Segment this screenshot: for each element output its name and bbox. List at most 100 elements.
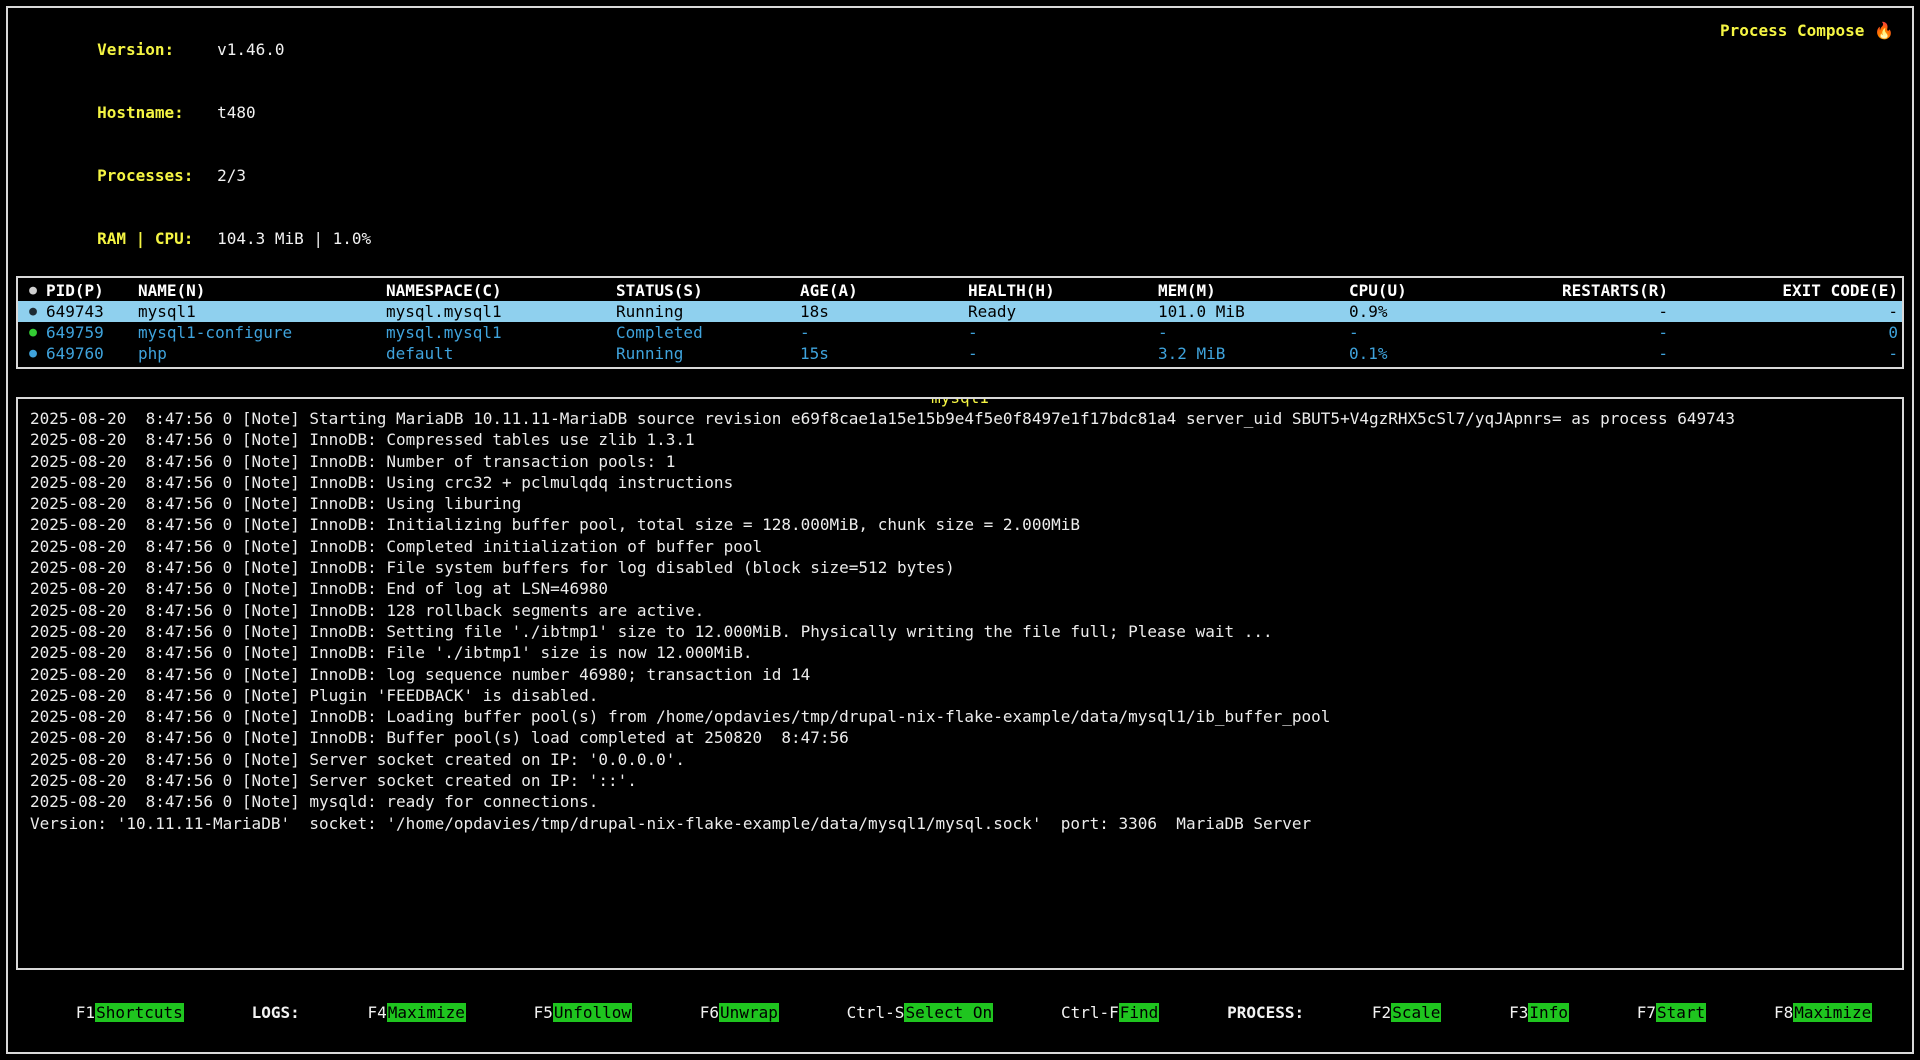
shortcut-action-button[interactable]: Start: [1656, 1003, 1706, 1022]
shortcut-action-button[interactable]: Unwrap: [719, 1003, 779, 1022]
log-line: 2025-08-20 8:47:56 0 [Note] Server socke…: [30, 770, 1890, 791]
log-line: 2025-08-20 8:47:56 0 [Note] mysqld: read…: [30, 791, 1890, 812]
process-name: php: [138, 343, 386, 364]
process-pid: 649760: [46, 343, 138, 364]
process-exit-code: -: [1668, 343, 1898, 364]
ram-cpu-row: RAM | CPU:104.3 MiB | 1.0%: [20, 207, 371, 270]
log-line: 2025-08-20 8:47:56 0 [Note] InnoDB: Usin…: [30, 472, 1890, 493]
col-cpu[interactable]: CPU(U): [1349, 280, 1509, 301]
shortcut-action-button[interactable]: Maximize: [387, 1003, 466, 1022]
header-bullet-icon: ●: [20, 280, 46, 301]
shortcut-segment: F2Scale: [1314, 980, 1441, 1046]
hostname-row: Hostname:t480: [20, 81, 371, 144]
log-panel: mysql1 2025-08-20 8:47:56 0 [Note] Start…: [16, 397, 1904, 970]
process-namespace: mysql.mysql1: [386, 322, 616, 343]
process-rows: ● 649743 mysql1 mysql.mysql1 Running 18s…: [18, 301, 1902, 364]
shortcut-segment: F9Stop: [1882, 980, 1920, 1046]
process-name: mysql1: [138, 301, 386, 322]
process-mem: -: [1158, 322, 1349, 343]
processes-row: Processes:2/3: [20, 144, 371, 207]
log-line: 2025-08-20 8:47:56 0 [Note] InnoDB: Sett…: [30, 621, 1890, 642]
shortcut-action-button[interactable]: Shortcuts: [95, 1003, 184, 1022]
shortcut-segment: LOGS:: [194, 980, 300, 1046]
shortcut-section-label: LOGS:: [252, 1003, 300, 1022]
system-info: Version:v1.46.0 Hostname:t480 Processes:…: [20, 18, 371, 270]
col-status[interactable]: STATUS(S): [616, 280, 800, 301]
shortcut-segment: F4Maximize: [310, 980, 466, 1046]
col-age[interactable]: AGE(A): [800, 280, 968, 301]
shortcut-action-button[interactable]: Scale: [1391, 1003, 1441, 1022]
shortcut-action-button[interactable]: Unfollow: [553, 1003, 632, 1022]
processes-value: 2/3: [217, 166, 246, 185]
shortcut-segment: F1Shortcuts: [18, 980, 184, 1046]
log-line: 2025-08-20 8:47:56 0 [Note] InnoDB: Usin…: [30, 493, 1890, 514]
shortcut-key: F8: [1774, 1003, 1793, 1022]
shortcut-action-button[interactable]: Select On: [904, 1003, 993, 1022]
shortcut-key: F4: [368, 1003, 387, 1022]
log-line: 2025-08-20 8:47:56 0 [Note] InnoDB: Load…: [30, 706, 1890, 727]
process-table: ● PID(P) NAME(N) NAMESPACE(C) STATUS(S) …: [16, 276, 1904, 369]
process-status: Running: [616, 343, 800, 364]
shortcut-key: Ctrl-S: [847, 1003, 905, 1022]
hostname-label: Hostname:: [97, 102, 217, 123]
col-namespace[interactable]: NAMESPACE(C): [386, 280, 616, 301]
shortcut-segment: F7Start: [1579, 980, 1706, 1046]
process-age: 18s: [800, 301, 968, 322]
process-namespace: default: [386, 343, 616, 364]
shortcut-action-button[interactable]: Maximize: [1793, 1003, 1872, 1022]
col-restarts[interactable]: RESTARTS(R): [1509, 280, 1668, 301]
process-age: -: [800, 322, 968, 343]
process-mem: 3.2 MiB: [1158, 343, 1349, 364]
log-line: 2025-08-20 8:47:56 0 [Note] Server socke…: [30, 749, 1890, 770]
col-name[interactable]: NAME(N): [138, 280, 386, 301]
col-exit-code[interactable]: EXIT CODE(E): [1668, 280, 1898, 301]
log-line: 2025-08-20 8:47:56 0 [Note] InnoDB: Comp…: [30, 536, 1890, 557]
version-row: Version:v1.46.0: [20, 18, 371, 81]
shortcut-key: F1: [76, 1003, 95, 1022]
process-exit-code: -: [1668, 301, 1898, 322]
processes-label: Processes:: [97, 165, 217, 186]
process-health: -: [968, 322, 1158, 343]
col-health[interactable]: HEALTH(H): [968, 280, 1158, 301]
log-output[interactable]: 2025-08-20 8:47:56 0 [Note] Starting Mar…: [30, 408, 1890, 834]
shortcut-key: Ctrl-F: [1061, 1003, 1119, 1022]
shortcut-key: F6: [700, 1003, 719, 1022]
process-status: Running: [616, 301, 800, 322]
shortcut-key: F5: [534, 1003, 553, 1022]
log-line: Version: '10.11.11-MariaDB' socket: '/ho…: [30, 813, 1890, 834]
log-line: 2025-08-20 8:47:56 0 [Note] InnoDB: File…: [30, 642, 1890, 663]
shortcut-segment: F5Unfollow: [476, 980, 632, 1046]
flame-icon: 🔥: [1874, 21, 1894, 40]
version-value: v1.46.0: [217, 40, 284, 59]
col-pid[interactable]: PID(P): [46, 280, 138, 301]
process-row[interactable]: ● 649760 php default Running 15s - 3.2 M…: [18, 343, 1902, 364]
process-row[interactable]: ● 649743 mysql1 mysql.mysql1 Running 18s…: [18, 301, 1902, 322]
log-line: 2025-08-20 8:47:56 0 [Note] InnoDB: File…: [30, 557, 1890, 578]
process-exit-code: 0: [1668, 322, 1898, 343]
process-health: Ready: [968, 301, 1158, 322]
process-pid: 649759: [46, 322, 138, 343]
shortcut-action-button[interactable]: Find: [1119, 1003, 1160, 1022]
shortcut-segment: PROCESS:: [1169, 980, 1304, 1046]
log-line: 2025-08-20 8:47:56 0 [Note] Plugin 'FEED…: [30, 685, 1890, 706]
shortcut-segment: F8Maximize: [1716, 980, 1872, 1046]
log-line: 2025-08-20 8:47:56 0 [Note] InnoDB: Buff…: [30, 727, 1890, 748]
shortcut-action-button[interactable]: Info: [1528, 1003, 1569, 1022]
shortcut-segment: Ctrl-SSelect On: [789, 980, 993, 1046]
app-title: Process Compose 🔥: [1720, 18, 1900, 270]
shortcut-segment: F3Info: [1451, 980, 1569, 1046]
process-compose-app: Version:v1.46.0 Hostname:t480 Processes:…: [6, 6, 1914, 1054]
status-bullet-icon: ●: [20, 301, 46, 322]
process-restarts: -: [1509, 301, 1668, 322]
version-label: Version:: [97, 39, 217, 60]
shortcut-key: F3: [1509, 1003, 1528, 1022]
shortcut-section-label: PROCESS:: [1227, 1003, 1304, 1022]
process-status: Completed: [616, 322, 800, 343]
process-cpu: -: [1349, 322, 1509, 343]
process-row[interactable]: ● 649759 mysql1-configure mysql.mysql1 C…: [18, 322, 1902, 343]
process-restarts: -: [1509, 343, 1668, 364]
col-mem[interactable]: MEM(M): [1158, 280, 1349, 301]
ram-cpu-value: 104.3 MiB | 1.0%: [217, 229, 371, 248]
process-name: mysql1-configure: [138, 322, 386, 343]
process-table-header: ● PID(P) NAME(N) NAMESPACE(C) STATUS(S) …: [18, 280, 1902, 301]
